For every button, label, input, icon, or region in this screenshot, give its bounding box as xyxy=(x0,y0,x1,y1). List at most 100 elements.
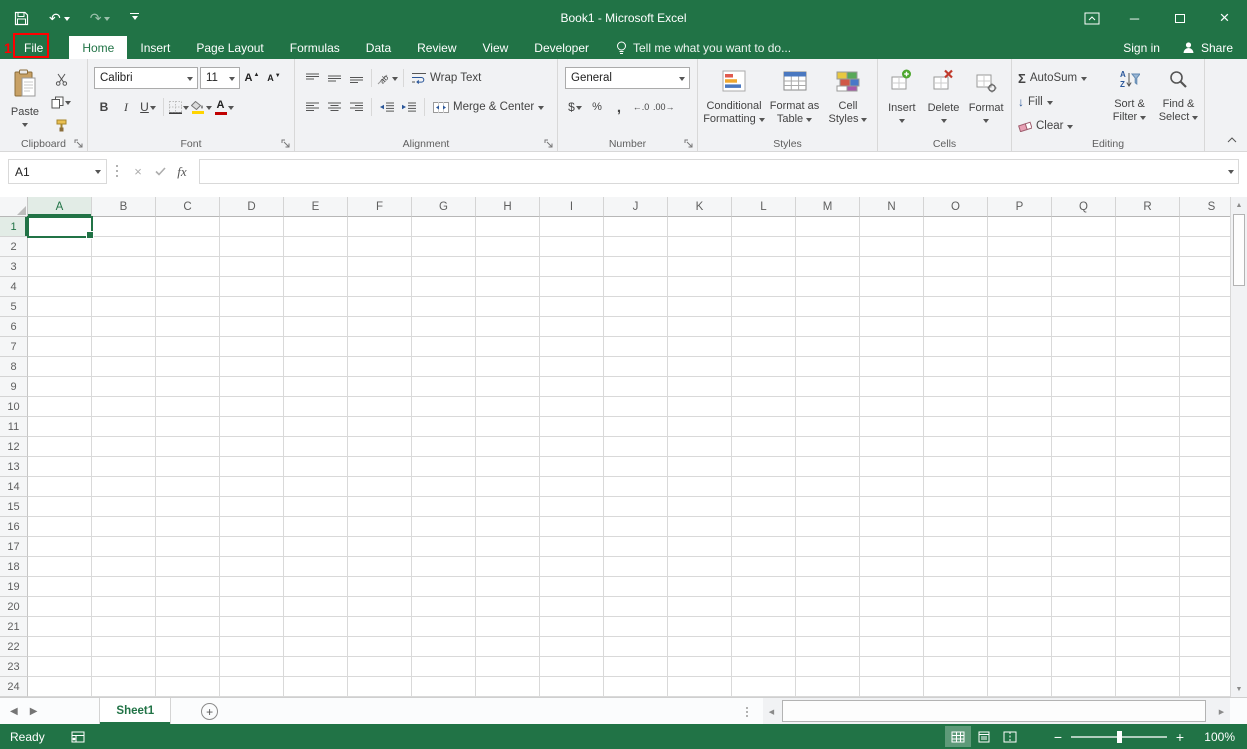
cell-P13[interactable] xyxy=(988,457,1052,477)
row-header-9[interactable]: 9 xyxy=(0,377,28,397)
row-header-10[interactable]: 10 xyxy=(0,397,28,417)
cell-C2[interactable] xyxy=(156,237,220,257)
cell-D5[interactable] xyxy=(220,297,284,317)
cell-L24[interactable] xyxy=(732,677,796,697)
cell-H7[interactable] xyxy=(476,337,540,357)
cell-G21[interactable] xyxy=(412,617,476,637)
cell-N1[interactable] xyxy=(860,217,924,237)
increase-font-size-button[interactable]: A▲ xyxy=(242,68,262,88)
cell-F15[interactable] xyxy=(348,497,412,517)
cell-C20[interactable] xyxy=(156,597,220,617)
cell-S11[interactable] xyxy=(1180,417,1230,437)
align-right-button[interactable] xyxy=(346,97,366,117)
cell-D22[interactable] xyxy=(220,637,284,657)
cell-D17[interactable] xyxy=(220,537,284,557)
row-header-8[interactable]: 8 xyxy=(0,357,28,377)
cell-G15[interactable] xyxy=(412,497,476,517)
cell-B17[interactable] xyxy=(92,537,156,557)
copy-button[interactable] xyxy=(51,92,71,112)
cell-P20[interactable] xyxy=(988,597,1052,617)
accounting-format-button[interactable]: $ xyxy=(565,97,585,117)
cell-D2[interactable] xyxy=(220,237,284,257)
cell-A4[interactable] xyxy=(28,277,92,297)
cell-I17[interactable] xyxy=(540,537,604,557)
cell-F21[interactable] xyxy=(348,617,412,637)
cell-K18[interactable] xyxy=(668,557,732,577)
cell-L12[interactable] xyxy=(732,437,796,457)
cell-J2[interactable] xyxy=(604,237,668,257)
cell-H4[interactable] xyxy=(476,277,540,297)
page-break-view-button[interactable] xyxy=(997,726,1023,747)
cell-N19[interactable] xyxy=(860,577,924,597)
zoom-slider[interactable] xyxy=(1071,736,1167,738)
cell-J1[interactable] xyxy=(604,217,668,237)
cell-I22[interactable] xyxy=(540,637,604,657)
cell-I7[interactable] xyxy=(540,337,604,357)
cell-O13[interactable] xyxy=(924,457,988,477)
cell-M15[interactable] xyxy=(796,497,860,517)
cell-R17[interactable] xyxy=(1116,537,1180,557)
row-header-1[interactable]: 1 xyxy=(0,217,28,237)
bold-button[interactable]: B xyxy=(94,97,114,117)
cell-I9[interactable] xyxy=(540,377,604,397)
cell-G18[interactable] xyxy=(412,557,476,577)
cell-M22[interactable] xyxy=(796,637,860,657)
name-box[interactable]: A1 xyxy=(8,159,107,184)
cell-I11[interactable] xyxy=(540,417,604,437)
cell-A20[interactable] xyxy=(28,597,92,617)
cell-O16[interactable] xyxy=(924,517,988,537)
cell-S23[interactable] xyxy=(1180,657,1230,677)
cell-L20[interactable] xyxy=(732,597,796,617)
formula-bar-splitter[interactable] xyxy=(116,170,118,172)
cell-L3[interactable] xyxy=(732,257,796,277)
cell-F12[interactable] xyxy=(348,437,412,457)
merge-center-button[interactable]: Merge & Center xyxy=(430,96,547,118)
cell-G22[interactable] xyxy=(412,637,476,657)
underline-button[interactable]: U xyxy=(138,97,158,117)
cell-M14[interactable] xyxy=(796,477,860,497)
cell-E17[interactable] xyxy=(284,537,348,557)
row-header-18[interactable]: 18 xyxy=(0,557,28,577)
cell-C11[interactable] xyxy=(156,417,220,437)
cell-S24[interactable] xyxy=(1180,677,1230,697)
cell-A15[interactable] xyxy=(28,497,92,517)
cell-M7[interactable] xyxy=(796,337,860,357)
cell-S16[interactable] xyxy=(1180,517,1230,537)
cell-M16[interactable] xyxy=(796,517,860,537)
row-header-17[interactable]: 17 xyxy=(0,537,28,557)
cell-M2[interactable] xyxy=(796,237,860,257)
cell-C15[interactable] xyxy=(156,497,220,517)
cell-E16[interactable] xyxy=(284,517,348,537)
cell-S15[interactable] xyxy=(1180,497,1230,517)
cell-L21[interactable] xyxy=(732,617,796,637)
cell-I23[interactable] xyxy=(540,657,604,677)
cell-A2[interactable] xyxy=(28,237,92,257)
cell-K1[interactable] xyxy=(668,217,732,237)
cell-L5[interactable] xyxy=(732,297,796,317)
cell-D18[interactable] xyxy=(220,557,284,577)
cell-O1[interactable] xyxy=(924,217,988,237)
page-layout-view-button[interactable] xyxy=(971,726,997,747)
cell-E5[interactable] xyxy=(284,297,348,317)
cell-J18[interactable] xyxy=(604,557,668,577)
cell-E1[interactable] xyxy=(284,217,348,237)
cell-O8[interactable] xyxy=(924,357,988,377)
cell-S5[interactable] xyxy=(1180,297,1230,317)
cell-Q3[interactable] xyxy=(1052,257,1116,277)
font-dialog-launcher[interactable] xyxy=(281,138,291,148)
cell-M21[interactable] xyxy=(796,617,860,637)
select-all-corner[interactable] xyxy=(0,197,28,217)
cell-K7[interactable] xyxy=(668,337,732,357)
cell-E2[interactable] xyxy=(284,237,348,257)
cell-H16[interactable] xyxy=(476,517,540,537)
minimize-button[interactable]: ─ xyxy=(1112,0,1157,36)
cell-D1[interactable] xyxy=(220,217,284,237)
cell-F8[interactable] xyxy=(348,357,412,377)
paste-button[interactable]: Paste xyxy=(3,67,47,135)
cell-C13[interactable] xyxy=(156,457,220,477)
cell-S12[interactable] xyxy=(1180,437,1230,457)
number-format-combo[interactable]: General xyxy=(565,67,690,89)
cell-S13[interactable] xyxy=(1180,457,1230,477)
cell-R23[interactable] xyxy=(1116,657,1180,677)
cell-C16[interactable] xyxy=(156,517,220,537)
